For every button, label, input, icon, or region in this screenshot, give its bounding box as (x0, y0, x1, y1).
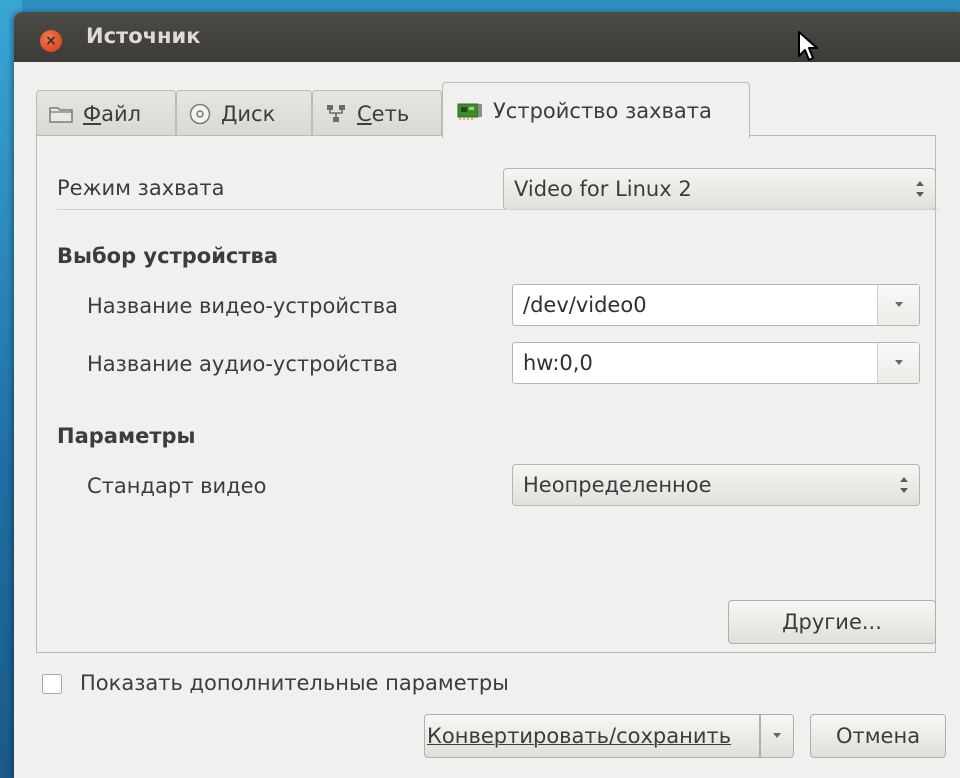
convert-save-label: Конвертировать/сохранить (427, 724, 732, 748)
audio-device-value[interactable]: hw:0,0 (523, 351, 593, 375)
audio-device-combo[interactable]: hw:0,0 (512, 342, 920, 384)
capture-mode-label: Режим захвата (57, 176, 225, 200)
capture-mode-value: Video for Linux 2 (514, 177, 692, 201)
audio-device-dropdown-button[interactable] (877, 343, 919, 383)
spin-arrows-icon (900, 477, 908, 493)
network-icon (325, 104, 347, 124)
params-section-title: Параметры (57, 424, 196, 448)
section-separator (57, 209, 939, 210)
tab-disc[interactable]: Диск (176, 90, 312, 136)
source-tabs: Файл Диск Сеть Устройство захвата (36, 82, 936, 138)
video-standard-select[interactable]: Неопределенное (512, 464, 920, 506)
tab-file-label: Файл (83, 101, 142, 126)
convert-save-button[interactable]: Конвертировать/сохранить (424, 714, 760, 758)
tab-disc-label: Диск (221, 101, 276, 126)
tab-capture-device[interactable]: Устройство захвата (442, 82, 750, 138)
close-window-button[interactable]: × (40, 30, 62, 52)
video-device-dropdown-button[interactable] (877, 285, 919, 325)
capture-device-panel: Режим захвата Video for Linux 2 Выбор ус… (36, 135, 939, 653)
tab-network-label: Сеть (357, 101, 410, 126)
capture-mode-select[interactable]: Video for Linux 2 (503, 168, 936, 210)
mouse-cursor-icon (798, 31, 818, 61)
folder-icon (49, 105, 73, 123)
tab-file[interactable]: Файл (36, 90, 176, 136)
audio-device-label: Название аудио-устройства (87, 352, 398, 376)
video-standard-value: Неопределенное (523, 473, 712, 497)
tab-capture-device-label: Устройство захвата (493, 98, 712, 123)
capture-card-icon (457, 101, 483, 121)
other-options-button[interactable]: Другие... (728, 600, 936, 644)
show-more-label[interactable]: Показать дополнительные параметры (80, 671, 509, 695)
video-device-value[interactable]: /dev/video0 (523, 293, 647, 317)
spin-arrows-icon (916, 181, 924, 197)
show-more-checkbox[interactable] (42, 674, 62, 694)
tab-network[interactable]: Сеть (312, 90, 442, 136)
video-standard-label: Стандарт видео (87, 474, 267, 498)
device-section-title: Выбор устройства (57, 244, 278, 268)
source-dialog: × Источник Файл Диск Сеть Устройство зах… (14, 12, 960, 778)
chevron-down-icon (894, 360, 903, 365)
convert-dropdown-button[interactable] (760, 714, 794, 758)
chevron-down-icon (894, 302, 903, 307)
window-title: Источник (86, 24, 201, 48)
video-device-label: Название видео-устройства (87, 294, 398, 318)
cancel-button[interactable]: Отмена (810, 714, 946, 758)
close-icon: × (45, 33, 57, 49)
disc-icon (189, 103, 211, 125)
chevron-down-icon (773, 733, 781, 738)
video-device-combo[interactable]: /dev/video0 (512, 284, 920, 326)
